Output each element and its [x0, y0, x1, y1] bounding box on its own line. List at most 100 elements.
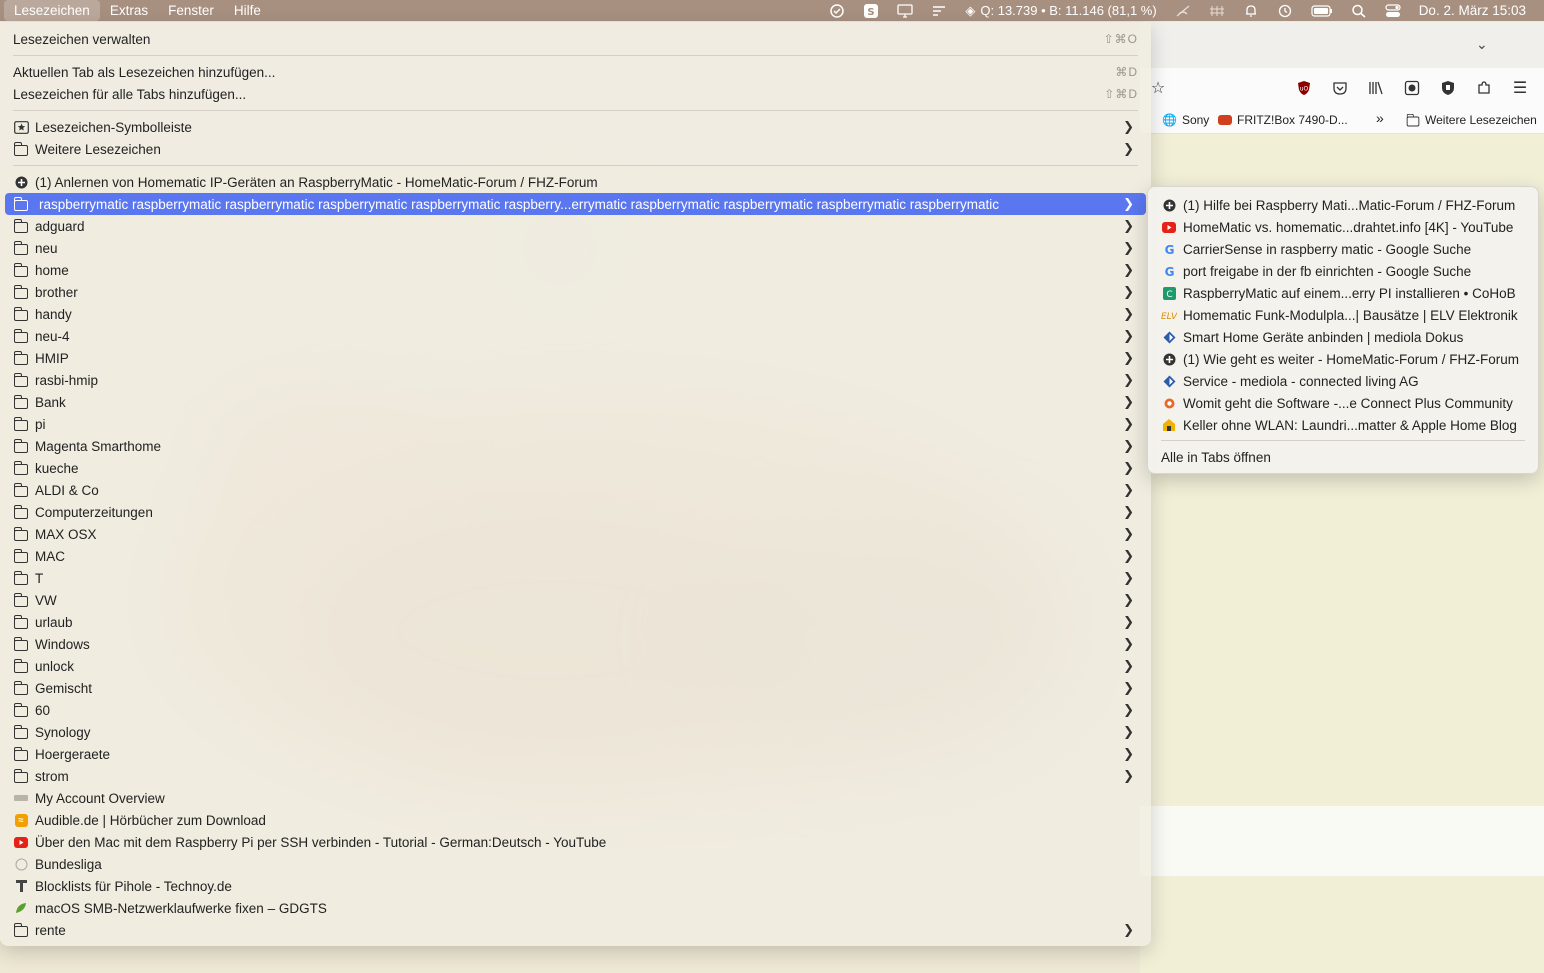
- menu-lesezeichen[interactable]: Lesezeichen: [4, 0, 100, 21]
- grid-app-icon[interactable]: [1209, 4, 1225, 18]
- submenu-item-label: (1) Hilfe bei Raspberry Mati...Matic-For…: [1183, 197, 1516, 213]
- folder-item-pi[interactable]: pi ❯: [5, 413, 1146, 435]
- folder-icon: [13, 482, 29, 497]
- menu-extras[interactable]: Extras: [100, 0, 158, 21]
- folder-item-computerzeitungen[interactable]: Computerzeitungen ❯: [5, 501, 1146, 523]
- battery-icon[interactable]: [1311, 4, 1333, 17]
- folder-item-brother[interactable]: brother ❯: [5, 281, 1146, 303]
- bookmark-fritzbox[interactable]: FRITZ!Box 7490-D...: [1218, 113, 1348, 127]
- folder-item-magenta-smarthome[interactable]: Magenta Smarthome ❯: [5, 435, 1146, 457]
- folder-item-home[interactable]: home ❯: [5, 259, 1146, 281]
- folder-item-rente[interactable]: rente ❯: [5, 919, 1146, 941]
- folder-item-bank[interactable]: Bank ❯: [5, 391, 1146, 413]
- submenu-bookmark-item[interactable]: G CarrierSense in raspberry matic - Googl…: [1153, 238, 1533, 260]
- folder-item-60[interactable]: 60 ❯: [5, 699, 1146, 721]
- s-app-icon[interactable]: S: [863, 3, 879, 18]
- folder-item-mac[interactable]: MAC ❯: [5, 545, 1146, 567]
- submenu-bookmark-item[interactable]: (1) Wie geht es weiter - HomeMatic-Forum…: [1153, 348, 1533, 370]
- control-center-icon[interactable]: [1385, 3, 1401, 18]
- submenu-bookmark-item[interactable]: Smart Home Geräte anbinden | mediola Dok…: [1153, 326, 1533, 348]
- bookmark-item-homematic-forum[interactable]: (1) Anlernen von Homematic IP-Geräten an…: [5, 171, 1146, 193]
- ublock-icon[interactable]: uO: [1294, 78, 1314, 98]
- bookmark-item[interactable]: macOS SMB-Netzwerklaufwerke fixen – GDGT…: [5, 897, 1146, 919]
- folder-item-hmip[interactable]: HMIP ❯: [5, 347, 1146, 369]
- submenu-bookmark-item[interactable]: ELV Homematic Funk-Modulpla...| Bausätze …: [1153, 304, 1533, 326]
- folder-item-aldi-co[interactable]: ALDI & Co ❯: [5, 479, 1146, 501]
- submenu-bookmark-item[interactable]: Service - mediola - connected living AG: [1153, 370, 1533, 392]
- chevron-right-icon: ❯: [1123, 504, 1134, 519]
- other-bookmarks-folder-item[interactable]: Weitere Lesezeichen ❯: [5, 138, 1146, 160]
- bell-icon[interactable]: [1243, 4, 1259, 18]
- star-bookmark-icon[interactable]: ☆: [1148, 78, 1168, 98]
- bookmarks-overflow-chevron-icon[interactable]: »: [1376, 110, 1384, 126]
- folder-item-neu[interactable]: neu ❯: [5, 237, 1146, 259]
- tag-icon: ◈: [965, 2, 976, 18]
- hamburger-menu-icon[interactable]: ☰: [1510, 78, 1530, 98]
- submenu-item-label: port freigabe in der fb einrichten - Goo…: [1183, 263, 1472, 279]
- folder-item-kueche[interactable]: kueche ❯: [5, 457, 1146, 479]
- chevron-right-icon: ❯: [1123, 372, 1134, 387]
- checkmark-app-icon[interactable]: [829, 3, 845, 18]
- shield-extension-icon[interactable]: [1438, 78, 1458, 98]
- submenu-bookmark-item[interactable]: (1) Hilfe bei Raspberry Mati...Matic-For…: [1153, 194, 1533, 216]
- folder-item-max-osx[interactable]: MAX OSX ❯: [5, 523, 1146, 545]
- folder-item-rasbi-hmip[interactable]: rasbi-hmip ❯: [5, 369, 1146, 391]
- bookmarks-toolbar-folder-item[interactable]: Lesezeichen-Symbolleiste ❯: [5, 116, 1146, 138]
- youtube-favicon-icon: [1161, 220, 1177, 234]
- tab-list-chevron-icon[interactable]: ⌄: [1476, 36, 1488, 53]
- folder-item-unlock[interactable]: unlock ❯: [5, 655, 1146, 677]
- menu-item-label: Weitere Lesezeichen: [35, 141, 161, 157]
- account-favicon-icon: [13, 791, 29, 805]
- extension-mask-icon[interactable]: [1402, 78, 1422, 98]
- menu-hilfe[interactable]: Hilfe: [224, 0, 271, 21]
- folder-item-urlaub[interactable]: urlaub ❯: [5, 611, 1146, 633]
- puzzle-extensions-icon[interactable]: [1474, 78, 1494, 98]
- spotlight-search-icon[interactable]: [1351, 4, 1367, 18]
- folder-icon: [13, 570, 29, 585]
- folder-item-hoergeraete[interactable]: Hoergeraete ❯: [5, 743, 1146, 765]
- bookmark-item[interactable]: ≈ Audible.de | Hörbücher zum Download: [5, 809, 1146, 831]
- menu-separator: [1161, 440, 1525, 441]
- display-icon[interactable]: [897, 3, 914, 18]
- folder-item-vw[interactable]: VW ❯: [5, 589, 1146, 611]
- pocket-icon[interactable]: [1330, 78, 1350, 98]
- menu-separator: [13, 110, 1138, 111]
- folder-item-neu-4[interactable]: neu-4 ❯: [5, 325, 1146, 347]
- menu-separator: [13, 55, 1138, 56]
- library-icon[interactable]: [1366, 78, 1386, 98]
- folder-item-strom[interactable]: strom ❯: [5, 765, 1146, 787]
- submenu-bookmark-item[interactable]: Gport freigabe in der fb einrichten - Go…: [1153, 260, 1533, 282]
- add-current-tab-item[interactable]: Aktuellen Tab als Lesezeichen hinzufügen…: [5, 61, 1146, 83]
- bars-icon[interactable]: [931, 4, 947, 18]
- folder-icon: [13, 438, 29, 453]
- folder-item-t[interactable]: T ❯: [5, 567, 1146, 589]
- bookmark-item[interactable]: Über den Mac mit dem Raspberry Pi per SS…: [5, 831, 1146, 853]
- folder-item-synology[interactable]: Synology ❯: [5, 721, 1146, 743]
- folder-item-handy[interactable]: handy ❯: [5, 303, 1146, 325]
- submenu-bookmark-item[interactable]: C RaspberryMatic auf einem...erry PI inst…: [1153, 282, 1533, 304]
- manage-bookmarks-item[interactable]: Lesezeichen verwalten ⇧⌘O: [5, 28, 1146, 50]
- bookmark-sony[interactable]: 🌐 Sony: [1162, 113, 1209, 127]
- submenu-bookmark-item[interactable]: Keller ohne WLAN: Laundri...matter & App…: [1153, 414, 1533, 436]
- status-readout[interactable]: ◈ Q: 13.739 • B: 11.146 (81,1 %): [965, 3, 1156, 19]
- open-all-in-tabs-item[interactable]: Alle in Tabs öffnen: [1153, 446, 1533, 468]
- bookmark-other-folder[interactable]: Weitere Lesezeichen: [1406, 113, 1537, 127]
- network-off-icon[interactable]: [1175, 4, 1191, 18]
- clock-datetime[interactable]: Do. 2. März 15:03: [1419, 3, 1526, 18]
- menu-item-label: brother: [35, 284, 78, 300]
- submenu-bookmark-item[interactable]: Womit geht die Software -...e Connect Pl…: [1153, 392, 1533, 414]
- menu-item-label: VW: [35, 592, 57, 608]
- blank-favicon-icon: [13, 857, 29, 871]
- folder-item-gemischt[interactable]: Gemischt ❯: [5, 677, 1146, 699]
- add-all-tabs-item[interactable]: Lesezeichen für alle Tabs hinzufügen... …: [5, 83, 1146, 105]
- svg-text:uO: uO: [1300, 86, 1309, 93]
- bookmark-item[interactable]: Blocklists für Pihole - Technoy.de: [5, 875, 1146, 897]
- folder-item-windows[interactable]: Windows ❯: [5, 633, 1146, 655]
- bookmark-item[interactable]: My Account Overview: [5, 787, 1146, 809]
- raspberrymatic-folder-item[interactable]: raspberrymatic raspberrymatic raspberrym…: [5, 193, 1146, 215]
- folder-item-adguard[interactable]: adguard ❯: [5, 215, 1146, 237]
- menu-fenster[interactable]: Fenster: [158, 0, 224, 21]
- bookmark-item[interactable]: Bundesliga: [5, 853, 1146, 875]
- time-machine-icon[interactable]: [1277, 4, 1293, 18]
- submenu-bookmark-item[interactable]: HomeMatic vs. homematic...drahtet.info […: [1153, 216, 1533, 238]
